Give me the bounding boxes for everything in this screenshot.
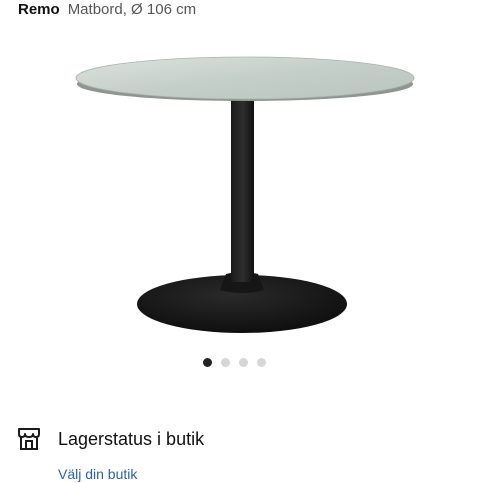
stock-status-row: Lagerstatus i butik (16, 422, 204, 456)
store-icon (18, 428, 40, 450)
product-subtitle: Matbord, Ø 106 cm (67, 1, 197, 18)
carousel-dot-4[interactable] (256, 358, 266, 367)
product-image[interactable] (60, 40, 430, 345)
carousel-dot-3[interactable] (238, 358, 248, 367)
carousel-dot-2[interactable] (220, 358, 230, 367)
product-brand: Remo (18, 1, 60, 18)
carousel-dot-1[interactable] (202, 358, 212, 367)
stock-status-title: Lagerstatus i butik (58, 428, 205, 449)
product-header: Remo Matbord, Ø 106 cm (18, 1, 196, 23)
image-carousel-dots (0, 358, 480, 370)
